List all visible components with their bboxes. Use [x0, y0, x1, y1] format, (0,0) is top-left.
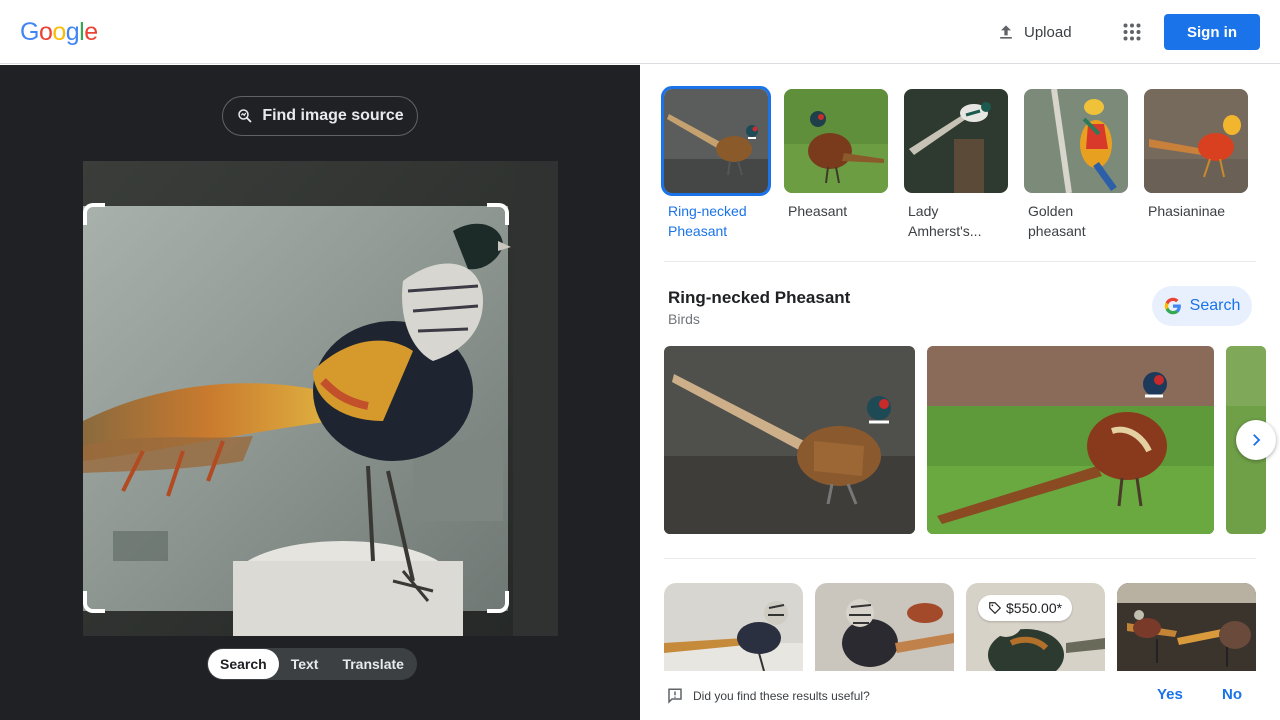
find-image-source-label: Find image source [262, 107, 404, 124]
find-image-source-button[interactable]: Find image source [222, 96, 418, 136]
divider [664, 558, 1256, 559]
mode-text-tab[interactable]: Text [279, 649, 331, 679]
entity-title: Ring-necked Pheasant [668, 288, 851, 307]
crop-handle-bottom-left[interactable] [83, 591, 105, 613]
upload-icon [1000, 25, 1012, 39]
upload-label: Upload [1024, 23, 1072, 41]
price-tag-icon [989, 602, 1002, 615]
image-search-icon [238, 109, 252, 123]
chip-label: Phasianinae [1148, 203, 1226, 219]
crop-handle-bottom-right[interactable] [487, 591, 509, 613]
chip-label: Ring-necked Pheasant [668, 203, 747, 239]
divider [664, 261, 1256, 262]
google-logo[interactable]: Google [20, 18, 98, 47]
visual-match-result[interactable] [1117, 583, 1256, 683]
sign-in-button[interactable]: Sign in [1164, 14, 1260, 50]
entity-category: Birds [668, 311, 700, 327]
related-chip[interactable]: Pheasant [784, 89, 888, 241]
visual-matches: $550.00* [664, 583, 1256, 683]
related-chip[interactable]: Lady Amherst's... [904, 89, 1008, 241]
entity-image-gallery [664, 346, 1266, 534]
related-chip[interactable]: Phasianinae [1144, 89, 1248, 241]
lens-image-panel: Find image source Search Text Translate [0, 65, 640, 720]
feedback-bar: Did you find these results useful? Yes N… [640, 671, 1280, 720]
chip-label: Pheasant [788, 203, 848, 219]
chip-thumbnail [784, 89, 888, 193]
crop-handle-top-right[interactable] [487, 203, 509, 225]
feedback-question: Did you find these results useful? [693, 689, 870, 703]
visual-match-result[interactable] [664, 583, 803, 683]
feedback-icon [668, 688, 682, 704]
related-searches: Ring-necked Pheasant Pheasant Lady Amher… [661, 86, 1248, 241]
entity-search-button[interactable]: Search [1152, 286, 1252, 326]
crop-selection-box[interactable] [83, 203, 509, 613]
gallery-next-button[interactable] [1236, 420, 1276, 460]
price-value: $550.00* [1006, 600, 1063, 616]
mode-translate-tab[interactable]: Translate [330, 649, 415, 679]
chevron-right-icon [1253, 434, 1261, 446]
visual-match-result[interactable]: $550.00* [966, 583, 1105, 683]
chip-thumbnail [661, 86, 771, 196]
gallery-image[interactable] [664, 346, 915, 534]
chip-thumbnail [1024, 89, 1128, 193]
chip-label: Lady Amherst's... [908, 203, 982, 239]
gallery-image[interactable] [927, 346, 1214, 534]
related-chip[interactable]: Ring-necked Pheasant [661, 86, 771, 241]
crop-handle-top-left[interactable] [83, 203, 105, 225]
lens-mode-switcher: Search Text Translate [207, 648, 417, 680]
chip-thumbnail [1144, 89, 1248, 193]
upload-button[interactable]: Upload [986, 14, 1082, 50]
feedback-no-button[interactable]: No [1222, 686, 1242, 703]
entity-search-label: Search [1189, 297, 1241, 314]
mode-search-tab[interactable]: Search [208, 649, 279, 679]
visual-match-result[interactable] [815, 583, 954, 683]
apps-grid-icon [1123, 23, 1141, 41]
feedback-yes-button[interactable]: Yes [1157, 686, 1183, 703]
related-chip[interactable]: Golden pheasant [1024, 89, 1128, 241]
chip-label: Golden pheasant [1028, 203, 1086, 239]
google-apps-button[interactable] [1116, 16, 1148, 48]
chip-thumbnail [904, 89, 1008, 193]
header: Google Upload Sign in [0, 0, 1280, 64]
price-badge: $550.00* [978, 595, 1073, 621]
results-panel: Ring-necked Pheasant Pheasant Lady Amher… [640, 65, 1280, 720]
google-g-icon [1164, 297, 1181, 315]
